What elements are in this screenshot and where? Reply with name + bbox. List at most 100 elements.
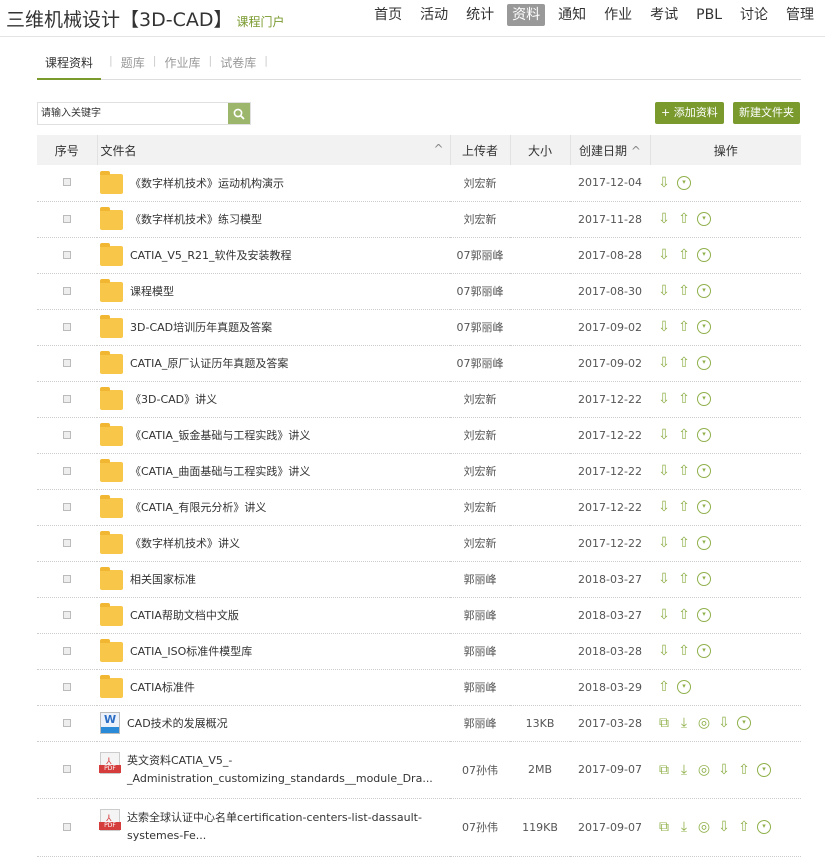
row-checkbox[interactable] — [63, 214, 71, 223]
file-name[interactable]: 英文资料CATIA_V5_-_Administration_customizin… — [99, 751, 450, 788]
nav-item[interactable]: 活动 — [415, 4, 453, 26]
row-checkbox[interactable] — [63, 646, 71, 655]
move-up-icon[interactable]: ⇧ — [677, 644, 691, 658]
move-down-icon[interactable]: ⇩ — [657, 536, 671, 550]
file-name[interactable]: CATIA_V5_R21_软件及安装教程 — [100, 243, 450, 266]
move-down-icon[interactable]: ⇩ — [657, 248, 671, 262]
move-up-icon[interactable]: ⇧ — [657, 680, 671, 694]
file-name-text[interactable]: 《CATIA_有限元分析》讲义 — [130, 499, 266, 515]
row-checkbox[interactable] — [63, 286, 71, 295]
move-down-icon[interactable]: ⇩ — [717, 763, 731, 777]
move-down-icon[interactable]: ⇩ — [657, 392, 671, 406]
row-checkbox[interactable] — [63, 610, 71, 619]
more-menu-icon[interactable]: ▾ — [697, 248, 711, 262]
file-name[interactable]: 3D-CAD培训历年真题及答案 — [100, 315, 450, 338]
more-menu-icon[interactable]: ▾ — [697, 356, 711, 370]
file-name[interactable]: 《CATIA_曲面基础与工程实践》讲义 — [100, 459, 450, 482]
more-menu-icon[interactable]: ▾ — [677, 680, 691, 694]
more-menu-icon[interactable]: ▾ — [697, 428, 711, 442]
file-name[interactable]: CATIA帮助文档中文版 — [100, 603, 450, 626]
more-menu-icon[interactable]: ▾ — [697, 500, 711, 514]
more-menu-icon[interactable]: ▾ — [697, 572, 711, 586]
file-name-text[interactable]: CATIA帮助文档中文版 — [130, 607, 239, 623]
file-name[interactable]: 相关国家标准 — [100, 567, 450, 590]
copy-icon[interactable]: ⧉ — [657, 716, 671, 730]
file-name-text[interactable]: 《CATIA_曲面基础与工程实践》讲义 — [130, 463, 310, 479]
nav-item[interactable]: 统计 — [461, 4, 499, 26]
file-name-text[interactable]: 《3D-CAD》讲义 — [130, 391, 217, 407]
row-checkbox[interactable] — [63, 466, 71, 475]
row-checkbox[interactable] — [63, 718, 71, 727]
more-menu-icon[interactable]: ▾ — [697, 464, 711, 478]
more-menu-icon[interactable]: ▾ — [697, 644, 711, 658]
row-checkbox[interactable] — [63, 765, 71, 773]
download-icon[interactable]: ⤓ — [677, 763, 691, 777]
copy-icon[interactable]: ⧉ — [657, 763, 671, 777]
nav-item[interactable]: 讨论 — [735, 4, 773, 26]
move-up-icon[interactable]: ⇧ — [677, 356, 691, 370]
move-down-icon[interactable]: ⇩ — [657, 176, 671, 190]
tab-1[interactable]: 题库 — [121, 50, 145, 79]
file-name[interactable]: 《数字样机技术》运动机构演示 — [100, 170, 450, 194]
row-checkbox[interactable] — [63, 250, 71, 259]
file-name-text[interactable]: 《数字样机技术》运动机构演示 — [130, 175, 284, 191]
more-menu-icon[interactable]: ▾ — [757, 820, 771, 834]
move-down-icon[interactable]: ⇩ — [657, 500, 671, 514]
file-name-text[interactable]: CATIA_ISO标准件模型库 — [130, 643, 252, 659]
move-up-icon[interactable]: ⇧ — [677, 428, 691, 442]
preview-icon[interactable]: ◎ — [697, 763, 711, 777]
file-name-text[interactable]: 英文资料CATIA_V5_-_Administration_customizin… — [127, 754, 433, 785]
move-down-icon[interactable]: ⇩ — [657, 212, 671, 226]
col-date[interactable]: 创建日期 ^ — [569, 135, 650, 165]
file-name-text[interactable]: 3D-CAD培训历年真题及答案 — [130, 319, 272, 335]
move-up-icon[interactable]: ⇧ — [677, 392, 691, 406]
more-menu-icon[interactable]: ▾ — [697, 320, 711, 334]
more-menu-icon[interactable]: ▾ — [697, 608, 711, 622]
sort-date-icon[interactable]: ^ — [631, 144, 641, 158]
add-resource-button[interactable]: + 添加资料 — [655, 102, 724, 124]
file-name[interactable]: 《CATIA_有限元分析》讲义 — [100, 495, 450, 518]
tab-0[interactable]: 课程资料 — [37, 50, 102, 80]
move-up-icon[interactable]: ⇧ — [677, 284, 691, 298]
nav-item[interactable]: 资料 — [507, 4, 546, 26]
move-down-icon[interactable]: ⇩ — [657, 572, 671, 586]
more-menu-icon[interactable]: ▾ — [757, 762, 771, 777]
more-menu-icon[interactable]: ▾ — [697, 392, 711, 406]
row-checkbox[interactable] — [63, 574, 71, 583]
nav-item[interactable]: 管理 — [781, 4, 819, 26]
move-up-icon[interactable]: ⇧ — [677, 320, 691, 334]
tab-2[interactable]: 作业库 — [164, 50, 200, 79]
sort-name-icon[interactable]: ^ — [433, 142, 443, 156]
nav-item[interactable]: 考试 — [645, 4, 683, 26]
preview-icon[interactable]: ◎ — [697, 820, 711, 834]
download-icon[interactable]: ⤓ — [677, 716, 691, 730]
file-name-text[interactable]: CAD技术的发展概况 — [127, 715, 228, 731]
row-checkbox[interactable] — [63, 538, 71, 547]
copy-icon[interactable]: ⧉ — [657, 820, 671, 834]
move-up-icon[interactable]: ⇧ — [677, 500, 691, 514]
more-menu-icon[interactable]: ▾ — [677, 175, 691, 190]
row-checkbox[interactable] — [63, 430, 71, 439]
file-name-text[interactable]: 《数字样机技术》练习模型 — [130, 211, 262, 227]
nav-item[interactable]: 首页 — [369, 4, 407, 26]
move-down-icon[interactable]: ⇩ — [657, 428, 671, 442]
row-checkbox[interactable] — [63, 322, 71, 331]
move-up-icon[interactable]: ⇧ — [737, 763, 751, 777]
move-down-icon[interactable]: ⇩ — [657, 284, 671, 298]
nav-item[interactable]: 作业 — [599, 4, 637, 26]
file-name[interactable]: 达索全球认证中心名单certification-centers-list-das… — [99, 809, 450, 845]
file-name-text[interactable]: CATIA_原厂认证历年真题及答案 — [130, 355, 288, 371]
row-checkbox[interactable] — [63, 682, 71, 691]
row-checkbox[interactable] — [63, 394, 71, 403]
move-down-icon[interactable]: ⇩ — [657, 356, 671, 370]
file-name[interactable]: 《CATIA_钣金基础与工程实践》讲义 — [100, 423, 450, 446]
move-up-icon[interactable]: ⇧ — [737, 820, 751, 834]
row-checkbox[interactable] — [63, 502, 71, 511]
row-checkbox[interactable] — [63, 822, 71, 831]
move-down-icon[interactable]: ⇩ — [657, 320, 671, 334]
file-name-text[interactable]: 《CATIA_钣金基础与工程实践》讲义 — [130, 427, 310, 443]
move-down-icon[interactable]: ⇩ — [717, 820, 731, 834]
file-name-text[interactable]: 达索全球认证中心名单certification-centers-list-das… — [127, 811, 422, 842]
preview-icon[interactable]: ◎ — [697, 716, 711, 730]
file-name-text[interactable]: CATIA_V5_R21_软件及安装教程 — [130, 247, 292, 263]
